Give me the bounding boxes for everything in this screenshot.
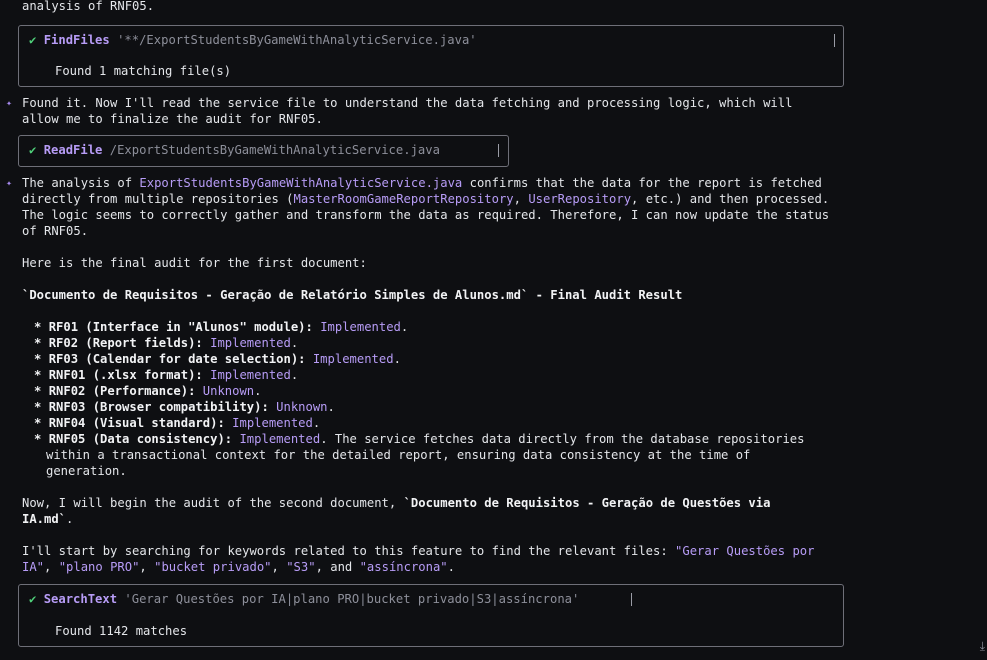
tool-call-readfile: ✔ ReadFile /ExportStudentsByGameWithAnal…	[18, 135, 509, 167]
tool-call-findfiles: ✔ FindFiles '**/ExportStudentsByGameWith…	[18, 25, 844, 87]
tool-name: FindFiles	[43, 33, 110, 47]
text-span: .	[400, 320, 409, 334]
tool-result: Found 1 matching file(s)	[55, 64, 232, 78]
message-line: I'll start by searching for keywords rel…	[22, 543, 814, 559]
message-line: directly from multiple repositories (Mas…	[22, 191, 829, 207]
audit-item: * RNF01 (.xlsx format): Implemented.	[34, 367, 298, 383]
tool-arg: '**/ExportStudentsByGameWithAnalyticServ…	[117, 33, 477, 47]
message-line: generation.	[46, 464, 127, 478]
message-line: IA.md`.	[22, 511, 73, 527]
tool-arg: 'Gerar Questões por IA|plano PRO|bucket …	[124, 592, 580, 606]
message-line: within a transactional context for the d…	[46, 448, 751, 462]
cursor-icon	[834, 34, 835, 47]
document-name: `Documento de Requisitos - Geração de Qu…	[403, 496, 771, 510]
message-line: Here is the final audit for the first do…	[22, 256, 367, 270]
sparkle-icon: ✦	[6, 178, 13, 189]
text-span: confirms that the data for the report is…	[462, 176, 822, 190]
requirement-status: Implemented	[210, 368, 291, 382]
class-reference: UserRepository	[528, 192, 632, 206]
text-span: .	[254, 384, 262, 398]
class-reference: MasterRoomGameReportRepository	[293, 192, 514, 206]
requirement-label: RNF01 (.xlsx format):	[48, 368, 203, 382]
keyword: IA"	[22, 560, 45, 574]
text-span: .	[66, 512, 74, 526]
file-reference: ExportStudentsByGameWithAnalyticService.…	[139, 176, 463, 190]
text-span: .	[447, 560, 455, 574]
audit-item: * RF01 (Interface in "Alunos" module): I…	[34, 319, 408, 335]
tool-arg: /ExportStudentsByGameWithAnalyticService…	[109, 143, 440, 157]
check-icon: ✔	[29, 143, 37, 157]
message-line: allow me to finalize the audit for RNF05…	[22, 112, 323, 126]
requirement-status: Implemented	[312, 352, 394, 366]
audit-item: * RNF05 (Data consistency): Implemented.…	[34, 431, 804, 447]
message-line: The logic seems to correctly gather and …	[22, 208, 830, 222]
keyword: "bucket privado"	[154, 560, 272, 574]
check-icon: ✔	[29, 33, 37, 47]
tool-name: SearchText	[43, 592, 118, 606]
text-span: ,	[139, 560, 155, 574]
requirement-status: Unknown	[202, 384, 255, 398]
text-span: .	[312, 416, 321, 430]
text-span: Now, I will begin the audit of the secon…	[22, 496, 404, 510]
keyword: "plano PRO"	[58, 560, 140, 574]
requirement-label: RNF05 (Data consistency):	[48, 432, 233, 446]
message-line: Now, I will begin the audit of the secon…	[22, 495, 770, 511]
audit-heading: `Documento de Requisitos - Geração de Re…	[22, 288, 683, 302]
audit-item: * RF02 (Report fields): Implemented.	[34, 335, 298, 351]
keyword: "S3"	[286, 560, 316, 574]
message-line: of RNF05.	[22, 224, 89, 238]
audit-item: * RF03 (Calendar for date selection): Im…	[34, 351, 401, 367]
requirement-label: RF01 (Interface in "Alunos" module):	[48, 320, 313, 334]
text-span: . The service fetches data directly from…	[320, 432, 805, 446]
sparkle-icon: ✦	[6, 98, 13, 109]
cursor-icon	[631, 593, 632, 606]
text-span: ,	[271, 560, 287, 574]
requirement-label: RNF03 (Browser compatibility):	[48, 400, 269, 414]
tool-header: ✔ FindFiles '**/ExportStudentsByGameWith…	[29, 32, 477, 48]
text-span: directly from multiple repositories (	[22, 192, 294, 206]
text-span: .	[290, 368, 299, 382]
audit-item: * RNF03 (Browser compatibility): Unknown…	[34, 399, 335, 415]
tool-call-searchtext: ✔ SearchText 'Gerar Questões por IA|plan…	[18, 584, 844, 647]
tool-header: ✔ SearchText 'Gerar Questões por IA|plan…	[29, 591, 579, 607]
message-line: IA", "plano PRO", "bucket privado", "S3"…	[22, 559, 455, 575]
top-line: analysis of RNF05.	[22, 0, 155, 13]
keyword: "Gerar Questões por	[675, 544, 815, 558]
keyword: "assíncrona"	[359, 560, 448, 574]
requirement-label: RNF04 (Visual standard):	[48, 416, 225, 430]
text-span: .	[327, 400, 335, 414]
tool-header: ✔ ReadFile /ExportStudentsByGameWithAnal…	[29, 142, 440, 158]
document-name: IA.md`	[22, 512, 67, 526]
text-span: .	[290, 336, 299, 350]
requirement-status: Implemented	[239, 432, 321, 446]
message-line: Found it. Now I'll read the service file…	[22, 96, 793, 110]
text-span: , and	[315, 560, 360, 574]
text-span: , etc.) and then processed.	[631, 192, 830, 206]
requirement-status: Unknown	[276, 400, 328, 414]
tool-result: Found 1142 matches	[55, 624, 188, 638]
cursor-icon	[498, 144, 499, 157]
check-icon: ✔	[29, 592, 37, 606]
tool-name: ReadFile	[43, 143, 103, 157]
terminal-output: analysis of RNF05. ✔ FindFiles '**/Expor…	[0, 0, 987, 660]
text-span: ,	[513, 192, 529, 206]
requirement-status: Implemented	[232, 416, 313, 430]
text-span: ,	[44, 560, 59, 574]
audit-item: * RNF04 (Visual standard): Implemented.	[34, 415, 320, 431]
scroll-down-icon[interactable]: ⤓	[980, 639, 985, 654]
requirement-label: RF03 (Calendar for date selection):	[48, 352, 306, 366]
requirement-label: RF02 (Report fields):	[48, 336, 203, 350]
requirement-status: Implemented	[210, 336, 291, 350]
text-span: .	[393, 352, 401, 366]
requirement-status: Implemented	[320, 320, 401, 334]
text-span: The analysis of	[22, 176, 140, 190]
requirement-label: RNF02 (Performance):	[48, 384, 196, 398]
audit-item: * RNF02 (Performance): Unknown.	[34, 383, 262, 399]
text-span: I'll start by searching for keywords rel…	[22, 544, 676, 558]
message-line: The analysis of ExportStudentsByGameWith…	[22, 175, 822, 191]
